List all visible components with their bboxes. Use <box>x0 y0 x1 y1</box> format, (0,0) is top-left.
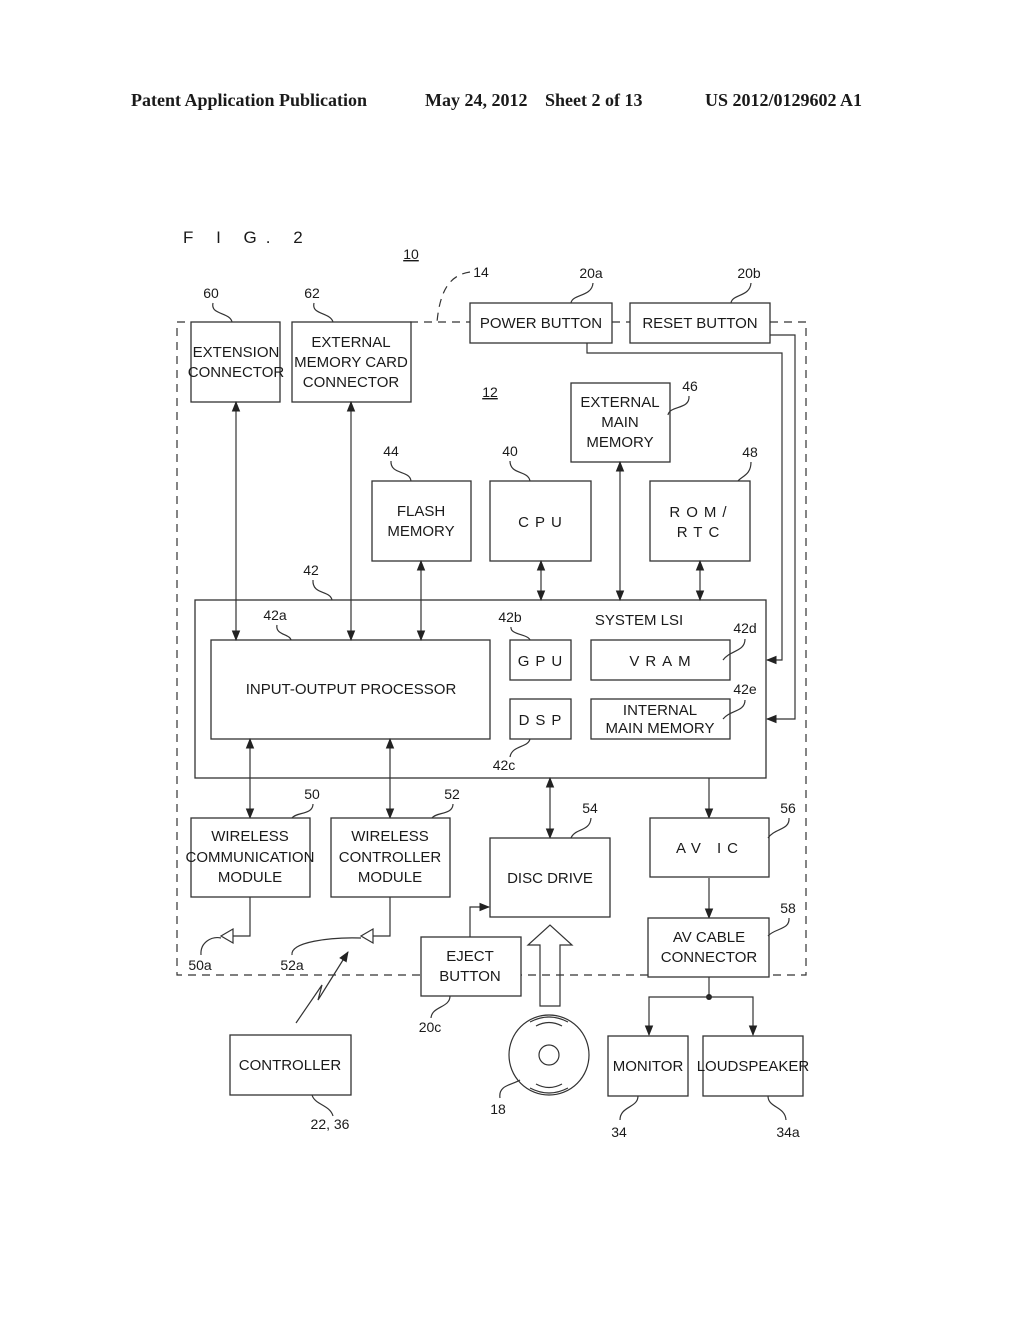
reset-signal-line <box>765 334 796 724</box>
av-cable-connector-block: AV CABLE CONNECTOR 58 <box>647 900 796 978</box>
monitor-block: MONITOR 34 <box>607 1035 689 1140</box>
reset-button-block: RESET BUTTON 20b <box>629 265 771 344</box>
svg-text:INPUT-OUTPUT PROCESSOR: INPUT-OUTPUT PROCESSOR <box>246 681 457 698</box>
svg-text:42c: 42c <box>493 757 516 773</box>
controller-block: CONTROLLER 22, 36 <box>229 1034 352 1132</box>
wireless-signal-icon <box>295 951 349 1024</box>
svg-text:AV CABLE: AV CABLE <box>673 929 745 946</box>
svg-text:34: 34 <box>611 1124 627 1140</box>
antenna-52a-icon <box>359 927 374 945</box>
svg-text:48: 48 <box>742 444 758 460</box>
eject-button-block: EJECT BUTTON 20c <box>419 936 522 1035</box>
flash-memory-block: FLASH MEMORY 44 <box>371 443 472 562</box>
svg-text:40: 40 <box>502 443 518 459</box>
wireless-communication-module-block: WIRELESS COMMUNICATION MODULE 50 <box>186 786 320 898</box>
svg-text:EXTERNAL: EXTERNAL <box>580 394 659 411</box>
svg-text:20c: 20c <box>419 1019 442 1035</box>
svg-text:CPU: CPU <box>518 514 568 531</box>
svg-text:MODULE: MODULE <box>358 869 422 886</box>
svg-text:COMMUNICATION: COMMUNICATION <box>186 849 315 866</box>
svg-text:WIRELESS: WIRELESS <box>351 828 429 845</box>
antenna-50a-icon <box>219 927 234 945</box>
svg-text:34a: 34a <box>776 1124 800 1140</box>
disc-insert-arrow-icon <box>526 924 574 1007</box>
svg-text:VRAM: VRAM <box>629 653 696 670</box>
svg-text:BUTTON: BUTTON <box>439 968 500 985</box>
svg-text:CONNECTOR: CONNECTOR <box>661 949 758 966</box>
svg-text:56: 56 <box>780 800 796 816</box>
leader-50a <box>200 937 222 956</box>
svg-text:20a: 20a <box>579 265 603 281</box>
svg-text:MEMORY CARD: MEMORY CARD <box>294 354 408 371</box>
svg-text:44: 44 <box>383 443 399 459</box>
leader-disc <box>499 1079 521 1099</box>
svg-text:LOUDSPEAKER: LOUDSPEAKER <box>697 1058 810 1075</box>
svg-text:CONTROLLER: CONTROLLER <box>339 849 442 866</box>
leader-housing <box>436 271 471 323</box>
antenna-50a-line <box>233 897 251 937</box>
svg-text:DSP: DSP <box>519 712 568 729</box>
svg-text:20b: 20b <box>737 265 761 281</box>
svg-text:DISC DRIVE: DISC DRIVE <box>507 870 593 887</box>
svg-text:MEMORY: MEMORY <box>586 434 653 451</box>
svg-text:EXTENSION: EXTENSION <box>193 344 280 361</box>
ref-disc: 18 <box>490 1101 506 1117</box>
wireless-controller-module-block: WIRELESS CONTROLLER MODULE 52 <box>330 786 460 898</box>
svg-text:RESET BUTTON: RESET BUTTON <box>642 315 757 332</box>
svg-text:WIRELESS: WIRELESS <box>211 828 289 845</box>
loudspeaker-link <box>709 996 758 1037</box>
svg-text:42e: 42e <box>733 681 757 697</box>
leader-52a <box>291 937 362 956</box>
svg-text:CONTROLLER: CONTROLLER <box>239 1057 342 1074</box>
svg-text:SYSTEM LSI: SYSTEM LSI <box>595 612 683 629</box>
antenna-52a-line <box>373 897 391 937</box>
svg-text:42d: 42d <box>733 620 756 636</box>
svg-text:CONNECTOR: CONNECTOR <box>303 374 400 391</box>
svg-text:46: 46 <box>682 378 698 394</box>
figure-title: F I G. 2 <box>183 228 312 247</box>
ref-device: 10 <box>403 246 419 262</box>
loudspeaker-block: LOUDSPEAKER 34a <box>697 1035 810 1140</box>
svg-text:52: 52 <box>444 786 460 802</box>
svg-text:22, 36: 22, 36 <box>311 1116 350 1132</box>
svg-text:ROM/: ROM/ <box>669 504 732 521</box>
monitor-link <box>644 996 709 1037</box>
external-main-memory-block: EXTERNAL MAIN MEMORY 46 <box>570 378 698 463</box>
disc-icon <box>508 1014 590 1096</box>
svg-text:42b: 42b <box>498 609 522 625</box>
block-diagram: F I G. 2 10 14 12 EXTENSION CONNECTOR 60… <box>176 228 810 1140</box>
ref-52a: 52a <box>280 957 304 973</box>
ref-50a: 50a <box>188 957 212 973</box>
svg-text:MODULE: MODULE <box>218 869 282 886</box>
svg-text:42: 42 <box>303 562 319 578</box>
svg-text:54: 54 <box>582 800 598 816</box>
ref-board: 12 <box>482 384 498 400</box>
extension-connector-block: EXTENSION CONNECTOR 60 <box>188 285 285 403</box>
svg-text:RTC: RTC <box>677 524 726 541</box>
av-ic-block: AV IC 56 <box>649 800 796 878</box>
svg-text:58: 58 <box>780 900 796 916</box>
svg-text:60: 60 <box>203 285 219 301</box>
eject-signal-line <box>469 902 491 937</box>
svg-text:50: 50 <box>304 786 320 802</box>
ref-housing: 14 <box>473 264 489 280</box>
svg-text:GPU: GPU <box>518 653 569 670</box>
svg-text:MAIN MEMORY: MAIN MEMORY <box>606 720 715 737</box>
svg-text:MONITOR: MONITOR <box>613 1058 684 1075</box>
power-button-block: POWER BUTTON 20a <box>469 265 613 344</box>
svg-text:62: 62 <box>304 285 320 301</box>
svg-text:AV IC: AV IC <box>676 840 744 857</box>
svg-text:EJECT: EJECT <box>446 948 494 965</box>
external-memory-card-connector-block: EXTERNAL MEMORY CARD CONNECTOR 62 <box>291 285 412 403</box>
svg-text:INTERNAL: INTERNAL <box>623 702 697 719</box>
svg-text:MAIN: MAIN <box>601 414 639 431</box>
svg-text:EXTERNAL: EXTERNAL <box>311 334 390 351</box>
svg-text:POWER BUTTON: POWER BUTTON <box>480 315 602 332</box>
svg-text:FLASH: FLASH <box>397 503 445 520</box>
svg-text:MEMORY: MEMORY <box>387 523 454 540</box>
svg-text:CONNECTOR: CONNECTOR <box>188 364 285 381</box>
svg-text:42a: 42a <box>263 607 287 623</box>
